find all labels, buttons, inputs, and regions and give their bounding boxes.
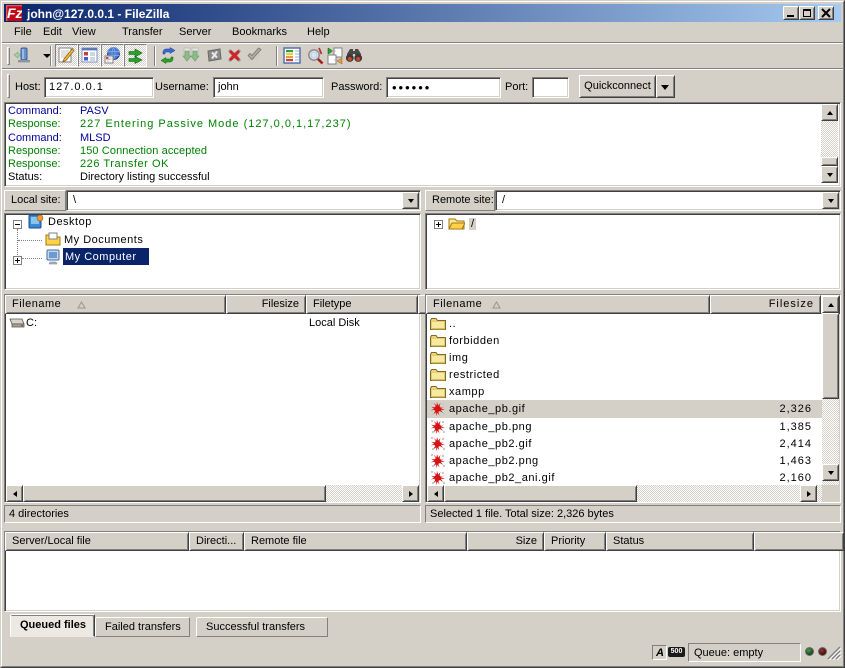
svg-text:Fz: Fz xyxy=(7,5,22,21)
